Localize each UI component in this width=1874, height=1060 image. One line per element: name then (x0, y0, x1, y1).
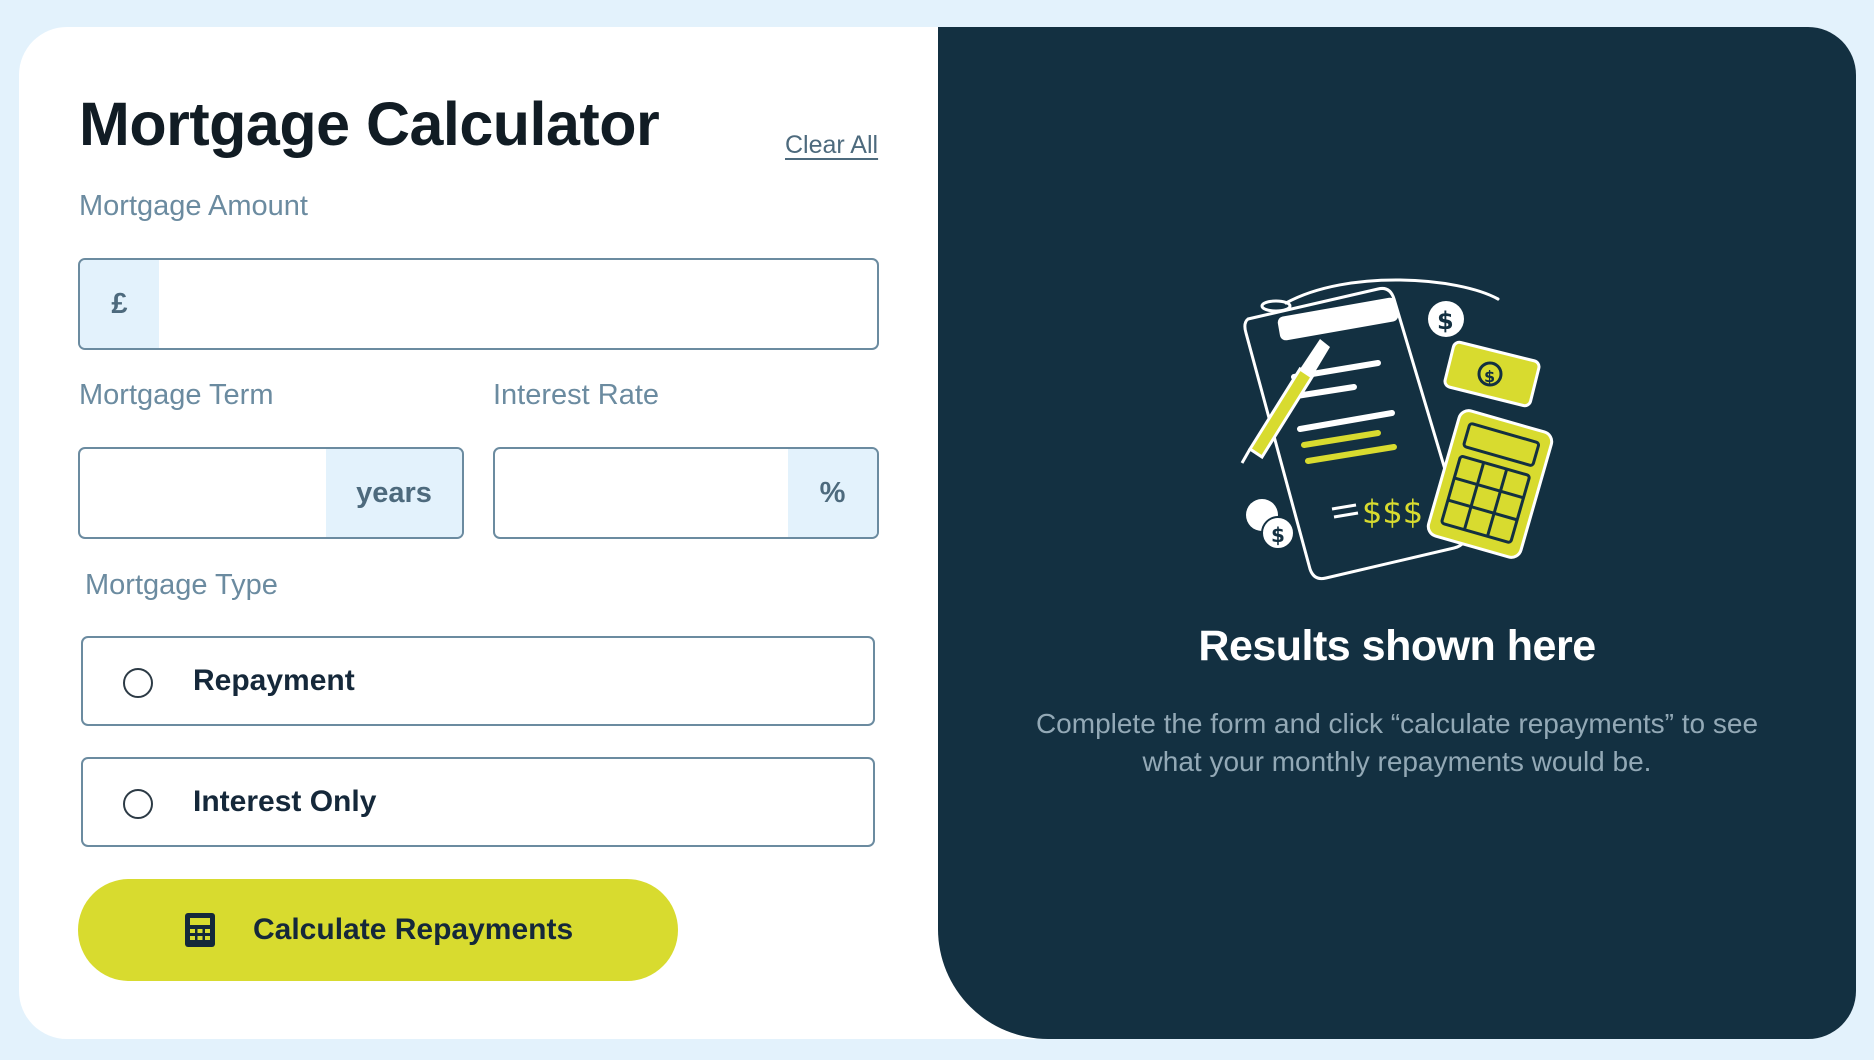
option-interest-only[interactable]: Interest Only (81, 757, 875, 847)
mortgage-term-field: years (78, 447, 464, 539)
mortgage-term-input[interactable] (80, 449, 326, 537)
mortgage-amount-field: £ (78, 258, 879, 350)
option-repayment[interactable]: Repayment (81, 636, 875, 726)
mortgage-term-label: Mortgage Term (79, 379, 274, 411)
interest-rate-field: % (493, 447, 879, 539)
results-panel: $$$ $ $ $ Results shown here Complete th… (938, 27, 1856, 1039)
calculator-icon (184, 913, 216, 952)
calculate-repayments-label: Calculate Repayments (253, 913, 574, 946)
option-interest-only-label: Interest Only (193, 785, 377, 818)
svg-text:$: $ (1437, 307, 1454, 335)
svg-text:$: $ (1484, 367, 1495, 386)
years-addon: years (326, 449, 462, 537)
calculator-form: Mortgage Calculator Clear All Mortgage A… (19, 27, 939, 1039)
calculate-repayments-button[interactable]: Calculate Repayments (78, 879, 678, 981)
svg-text:$$$: $$$ (1362, 493, 1423, 531)
page-title: Mortgage Calculator (79, 90, 660, 158)
calculator-card: Mortgage Calculator Clear All Mortgage A… (19, 27, 1856, 1039)
percent-addon: % (788, 449, 877, 537)
currency-addon: £ (80, 260, 159, 348)
mortgage-amount-label: Mortgage Amount (79, 190, 308, 222)
results-title: Results shown here (1198, 622, 1596, 670)
svg-text:$: $ (1271, 523, 1285, 547)
mortgage-type-label: Mortgage Type (85, 569, 278, 601)
clear-all-link[interactable]: Clear All (785, 131, 878, 160)
interest-rate-input[interactable] (495, 449, 788, 537)
results-description: Complete the form and click “calculate r… (1035, 708, 1759, 777)
mortgage-amount-input[interactable] (159, 260, 877, 348)
option-repayment-label: Repayment (193, 664, 355, 697)
radio-repayment[interactable] (123, 668, 153, 698)
empty-results-illustration: $$$ $ $ $ (1228, 259, 1568, 604)
radio-interest-only[interactable] (123, 789, 153, 819)
interest-rate-label: Interest Rate (493, 379, 660, 411)
